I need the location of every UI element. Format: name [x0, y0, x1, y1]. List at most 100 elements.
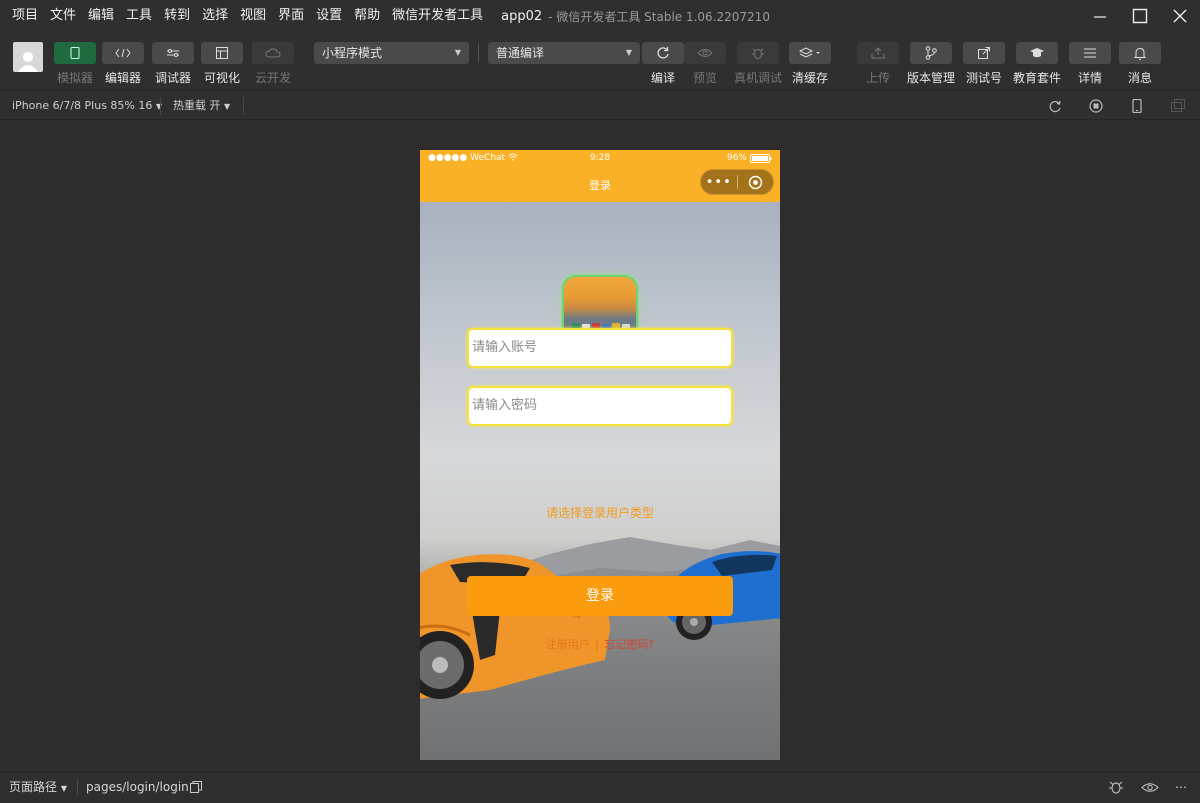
details-button[interactable]: [1069, 42, 1111, 64]
toolbar-divider: [478, 44, 479, 62]
eye-icon[interactable]: [1141, 782, 1159, 793]
subbar-divider: [243, 97, 244, 115]
external-link-icon: [978, 47, 990, 59]
phone-icon: [70, 47, 80, 59]
upload-label: 上传: [865, 71, 891, 85]
detach-window-icon[interactable]: [1171, 99, 1185, 113]
battery-text: 96%: [726, 153, 747, 163]
phone-icon[interactable]: [1130, 99, 1144, 113]
debug-icon: [167, 49, 179, 57]
hot-reload-value: 热重载 开: [173, 99, 221, 112]
simulator-label: 模拟器: [56, 71, 94, 85]
phone-simulator: ●●●●● WeChat 9:28 96% 登录 ••• 请输入账号 请输入密码…: [420, 150, 780, 760]
simulator-area: ●●●●● WeChat 9:28 96% 登录 ••• 请输入账号 请输入密码…: [0, 120, 1200, 772]
menu-goto[interactable]: 转到: [158, 0, 196, 32]
bottombar-divider: [77, 779, 78, 795]
bell-icon: [1134, 47, 1146, 60]
upload-icon: [871, 47, 885, 59]
chevron-down-icon: ▼: [60, 784, 67, 793]
menu-file[interactable]: 文件: [44, 0, 82, 32]
menu-interface[interactable]: 界面: [272, 0, 310, 32]
login-background: 请输入账号 请输入密码 请选择登录用户类型 登录 注册用户 | 忘记密码?: [420, 202, 780, 760]
avatar[interactable]: [13, 42, 43, 72]
bug-icon: [752, 48, 764, 59]
login-button[interactable]: 登录: [467, 576, 733, 616]
version-label: 版本管理: [906, 71, 956, 85]
forgot-password-link[interactable]: 忘记密码?: [604, 638, 654, 651]
menu-edit[interactable]: 编辑: [82, 0, 120, 32]
chevron-down-icon: ▼: [155, 102, 163, 111]
maximize-button[interactable]: [1120, 0, 1160, 32]
menu-project[interactable]: 项目: [0, 0, 44, 32]
editor-button[interactable]: [102, 42, 144, 64]
upload-button[interactable]: [857, 42, 899, 64]
rotate-icon[interactable]: [1048, 99, 1062, 113]
more-icon[interactable]: •••: [701, 175, 737, 190]
layout-icon: [216, 47, 228, 59]
device-select[interactable]: iPhone 6/7/8 Plus 85% 16 ▼: [12, 91, 162, 122]
password-input[interactable]: 请输入密码: [467, 386, 733, 426]
clear-cache-button[interactable]: [789, 42, 831, 64]
menu-view[interactable]: 视图: [234, 0, 272, 32]
device-select-value: iPhone 6/7/8 Plus 85% 16: [12, 99, 153, 112]
cloud-button[interactable]: [252, 42, 294, 64]
menu-settings[interactable]: 设置: [310, 0, 348, 32]
link-separator: |: [595, 638, 599, 651]
branch-icon: [925, 46, 937, 60]
menu-tools[interactable]: 工具: [120, 0, 158, 32]
maximize-icon: [1132, 8, 1148, 24]
target-icon: [748, 175, 762, 189]
education-button[interactable]: [1016, 42, 1058, 64]
clear-cache-label: 清缓存: [791, 71, 829, 85]
close-button[interactable]: [1160, 0, 1200, 32]
menu-help[interactable]: 帮助: [348, 0, 386, 32]
preview-button[interactable]: [684, 42, 726, 64]
compile-select[interactable]: 普通编译 ▼: [488, 42, 640, 64]
user-type-selector[interactable]: 请选择登录用户类型: [420, 504, 780, 521]
mode-select[interactable]: 小程序模式 ▼: [314, 42, 469, 64]
remote-debug-label: 真机调试: [733, 71, 783, 85]
menu-devtools[interactable]: 微信开发者工具: [386, 0, 489, 32]
hot-reload-toggle[interactable]: 热重载 开 ▼: [173, 91, 230, 122]
cloud-label: 云开发: [254, 71, 292, 85]
chevron-down-icon: ▼: [625, 48, 632, 57]
close-miniprogram-button[interactable]: [737, 175, 773, 190]
remote-debug-button[interactable]: [737, 42, 779, 64]
user-icon: [18, 52, 38, 72]
messages-label: 消息: [1127, 71, 1153, 85]
stop-icon[interactable]: [1089, 99, 1103, 113]
page-path-toggle[interactable]: 页面路径 ▼: [9, 773, 67, 803]
visual-label: 可视化: [203, 71, 241, 85]
chevron-down-icon: ▼: [454, 48, 461, 57]
simulator-button[interactable]: [54, 42, 96, 64]
minimize-button[interactable]: [1080, 0, 1120, 32]
compile-select-value: 普通编译: [496, 46, 545, 60]
messages-button[interactable]: [1119, 42, 1161, 64]
education-label: 教育套件: [1012, 71, 1062, 85]
version-button[interactable]: [910, 42, 952, 64]
chevron-down-icon: ▼: [224, 102, 231, 111]
menu-icon: [1084, 48, 1096, 58]
battery-icon: [750, 153, 772, 163]
copy-icon[interactable]: [190, 781, 202, 793]
page-path-label: 页面路径: [9, 780, 58, 794]
code-icon: [115, 48, 131, 58]
more-icon[interactable]: ⋯: [1175, 773, 1187, 801]
test-account-button[interactable]: [963, 42, 1005, 64]
toolbar: 模拟器 编辑器 调试器 可视化 云开发 小程序模式 ▼ 普通编译 ▼ 编译 预览…: [0, 32, 1200, 90]
menu-select[interactable]: 选择: [196, 0, 234, 32]
orange-car-image: [420, 554, 610, 699]
mode-select-value: 小程序模式: [322, 46, 383, 60]
debugger-button[interactable]: [152, 42, 194, 64]
eye-icon: [697, 49, 713, 57]
visual-button[interactable]: [201, 42, 243, 64]
register-link[interactable]: 注册用户: [546, 638, 590, 651]
test-account-label: 测试号: [965, 71, 1003, 85]
preview-label: 预览: [692, 71, 718, 85]
editor-label: 编辑器: [104, 71, 142, 85]
simulator-subbar: iPhone 6/7/8 Plus 85% 16 ▼ 热重载 开 ▼: [0, 90, 1200, 120]
account-input[interactable]: 请输入账号: [467, 328, 733, 368]
battery-indicator: 96%: [727, 153, 772, 163]
compile-button[interactable]: [642, 42, 684, 64]
bug-icon[interactable]: [1108, 780, 1124, 794]
